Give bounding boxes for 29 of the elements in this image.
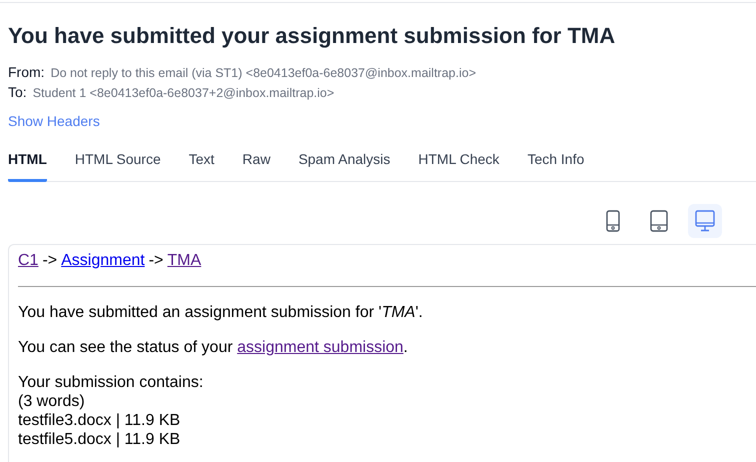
show-headers-link[interactable]: Show Headers: [8, 113, 100, 129]
submission-line: (3 words): [18, 392, 86, 411]
breadcrumb-link[interactable]: Assignment: [61, 251, 145, 270]
tab[interactable]: Spam Analysis: [298, 141, 390, 182]
tab[interactable]: Raw: [242, 141, 270, 182]
breadcrumb-link[interactable]: TMA: [167, 251, 202, 270]
submission-line: Your submission contains:: [18, 373, 204, 392]
recipient-address: Student 1 <8e0413ef0a-6e8037+2@inbox.mailtrap.io>: [32, 85, 334, 102]
tab[interactable]: HTML Source: [74, 141, 161, 182]
phone-icon: [606, 210, 620, 232]
to-label: To:: [8, 83, 27, 102]
breadcrumb-separator: ->: [148, 251, 164, 270]
tab[interactable]: Tech Info: [527, 141, 584, 182]
tab[interactable]: HTML Check: [418, 141, 500, 182]
email-subject: You have submitted your assignment submission for TMA: [8, 22, 616, 50]
submission-line: testfile3.docx | 11.9 KB: [18, 411, 182, 430]
submission-link[interactable]: assignment submission: [237, 339, 404, 356]
monitor-icon: [695, 210, 715, 232]
breadcrumb-link[interactable]: C1: [18, 251, 38, 270]
submission-line: testfile5.docx | 11.9 KB: [18, 430, 182, 449]
breadcrumb-separator: ->: [42, 251, 58, 270]
tab[interactable]: HTML: [8, 141, 47, 182]
tablet-icon: [650, 210, 668, 232]
status-text: You can see the status of your assignment submission.: [18, 338, 409, 357]
tab[interactable]: Text: [188, 141, 214, 182]
sender-address: Do not reply to this email (via ST1) <8e0413ef0a-6e8037@inbox.mailtrap.io>: [50, 65, 476, 82]
view-button[interactable]: [688, 204, 722, 238]
intro-text: You have submitted an assignment submission for 'TMA'.: [18, 303, 424, 322]
from-label: From:: [8, 63, 45, 82]
